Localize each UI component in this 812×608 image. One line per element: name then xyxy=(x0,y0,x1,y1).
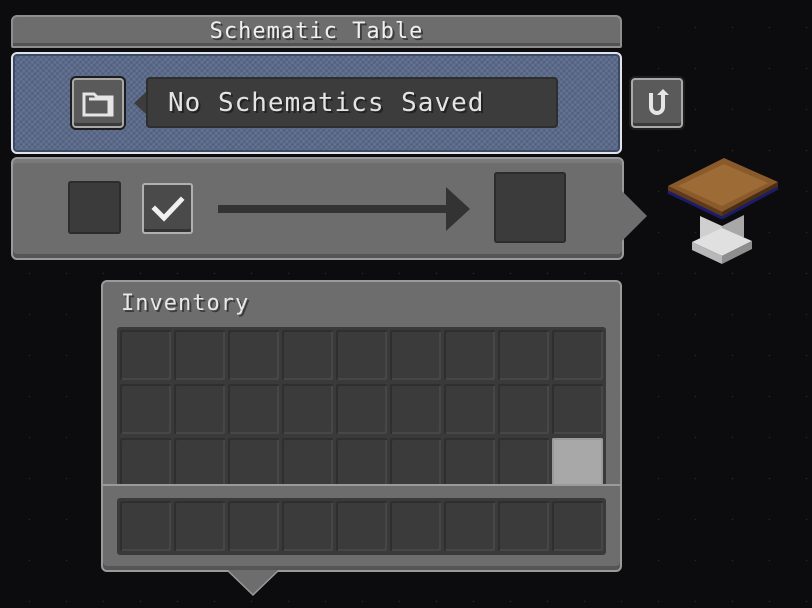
schematic-table-block-icon xyxy=(664,152,784,272)
inventory-slot[interactable] xyxy=(390,384,441,434)
inventory-slot[interactable] xyxy=(120,330,171,380)
inventory-pointer xyxy=(228,570,278,594)
inventory-slot-highlighted[interactable] xyxy=(552,438,603,488)
inventory-header: Inventory xyxy=(101,280,622,326)
folder-icon xyxy=(82,92,114,117)
refresh-icon xyxy=(649,89,669,115)
hotbar-slot[interactable] xyxy=(444,501,495,551)
right-arrow-head xyxy=(446,187,470,231)
inventory-slot[interactable] xyxy=(282,384,333,434)
inventory-slot[interactable] xyxy=(552,384,603,434)
inventory-slot[interactable] xyxy=(120,438,171,488)
window-title: Schematic Table xyxy=(209,19,424,44)
inventory-slot[interactable] xyxy=(336,384,387,434)
inventory-slot[interactable] xyxy=(444,438,495,488)
inventory-slot[interactable] xyxy=(120,384,171,434)
inventory-slot[interactable] xyxy=(390,438,441,488)
inventory-slot[interactable] xyxy=(336,330,387,380)
output-slot[interactable] xyxy=(494,172,566,243)
schematic-name-field[interactable]: No Schematics Saved xyxy=(146,77,558,128)
right-arrow-icon xyxy=(218,205,448,213)
schematic-name-text: No Schematics Saved xyxy=(168,87,485,118)
hotbar-slot[interactable] xyxy=(498,501,549,551)
inventory-slot[interactable] xyxy=(498,438,549,488)
inventory-slot[interactable] xyxy=(174,384,225,434)
inventory-slot[interactable] xyxy=(174,330,225,380)
inventory-slot[interactable] xyxy=(174,438,225,488)
hotbar-slot[interactable] xyxy=(282,501,333,551)
open-folder-button[interactable] xyxy=(72,78,124,128)
confirm-checkbox[interactable] xyxy=(142,183,193,234)
crafting-panel-pointer xyxy=(622,191,647,241)
inventory-slot[interactable] xyxy=(282,330,333,380)
hotbar-slot[interactable] xyxy=(174,501,225,551)
inventory-slot[interactable] xyxy=(228,384,279,434)
hotbar-slot[interactable] xyxy=(552,501,603,551)
hotbar-slot[interactable] xyxy=(336,501,387,551)
hotbar-slot[interactable] xyxy=(120,501,171,551)
input-slot[interactable] xyxy=(68,181,121,234)
title-bar: Schematic Table xyxy=(11,15,622,48)
inventory-slot[interactable] xyxy=(282,438,333,488)
inventory-title: Inventory xyxy=(121,290,250,316)
inventory-grid xyxy=(117,327,606,488)
inventory-slot[interactable] xyxy=(444,384,495,434)
hotbar-slot[interactable] xyxy=(390,501,441,551)
inventory-slot[interactable] xyxy=(228,438,279,488)
checkmark-icon xyxy=(150,195,185,222)
refresh-button[interactable] xyxy=(631,78,683,128)
inventory-slot[interactable] xyxy=(552,330,603,380)
hotbar xyxy=(117,498,606,555)
inventory-slot[interactable] xyxy=(336,438,387,488)
inventory-slot[interactable] xyxy=(390,330,441,380)
inventory-slot[interactable] xyxy=(444,330,495,380)
inventory-slot[interactable] xyxy=(498,330,549,380)
inventory-slot[interactable] xyxy=(498,384,549,434)
inventory-slot[interactable] xyxy=(228,330,279,380)
hotbar-slot[interactable] xyxy=(228,501,279,551)
